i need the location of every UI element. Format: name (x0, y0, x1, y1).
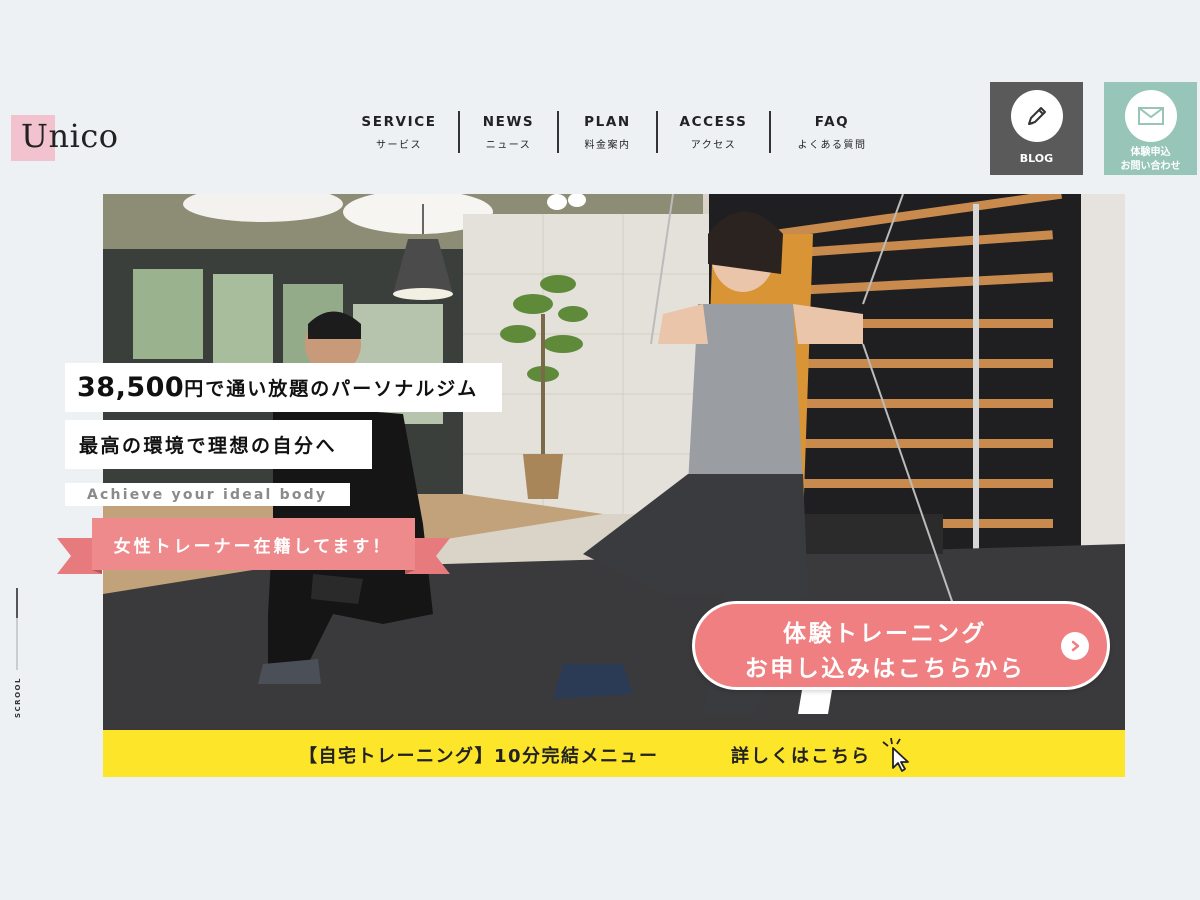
home-training-banner[interactable]: 【自宅トレーニング】10分完結メニュー 詳しくはこちら (103, 730, 1125, 777)
hero-tagline-en: Achieve your ideal body (65, 483, 350, 506)
site-logo[interactable]: Unico (11, 115, 131, 165)
contact-icon-circle (1124, 90, 1177, 142)
cursor-click-icon (882, 737, 909, 772)
contact-button[interactable]: 体験申込 お問い合わせ (1104, 82, 1197, 175)
cta-label-line1: 体験トレーニング (783, 621, 987, 647)
nav-label-en: ACCESS (679, 113, 748, 130)
trial-training-cta-button[interactable]: 体験トレーニング お申し込みはこちらから (692, 601, 1110, 690)
blog-icon-circle (1010, 90, 1063, 142)
nav-label-ja: アクセス (690, 139, 737, 151)
hero-headline-rest: 円で通い放題のパーソナルジム (184, 378, 479, 400)
nav-label-en: FAQ (814, 113, 850, 130)
banner-details-link[interactable]: 詳しくはこちら (731, 742, 871, 768)
scroll-label: SCROOL (14, 677, 22, 718)
nav-label-ja: サービス (376, 139, 422, 151)
pencil-icon (1027, 107, 1046, 125)
nav-label-ja: よくある質問 (797, 139, 867, 151)
envelope-icon (1137, 107, 1164, 125)
nav-item-service[interactable]: SERVICE サービス (340, 110, 458, 154)
nav-label-en: NEWS (482, 113, 535, 130)
cta-label-line2: お申し込みはこちらから (744, 656, 1026, 682)
chevron-right-icon (1061, 632, 1089, 660)
nav-label-en: SERVICE (361, 113, 437, 130)
contact-label-line1: 体験申込 (1130, 147, 1171, 158)
nav-item-plan[interactable]: PLAN 料金案内 (559, 110, 656, 154)
nav-label-en: PLAN (584, 113, 631, 130)
scroll-thumb (16, 588, 18, 618)
contact-label-line2: お問い合わせ (1120, 161, 1181, 172)
blog-label: BLOG (1019, 152, 1054, 165)
contact-label: 体験申込 お問い合わせ (1121, 146, 1181, 174)
hero-price: 38,500 (77, 372, 185, 403)
global-nav: SERVICE サービス NEWS ニュース PLAN 料金案内 ACCESS … (340, 110, 893, 154)
hero-headline-price: 38,500 円で通い放題のパーソナルジム (65, 363, 502, 412)
blog-button[interactable]: BLOG (990, 82, 1083, 175)
nav-label-ja: 料金案内 (584, 139, 631, 151)
nav-item-access[interactable]: ACCESS アクセス (658, 110, 769, 154)
hero-headline-sub: 最高の環境で理想の自分へ (65, 420, 372, 469)
nav-item-faq[interactable]: FAQ よくある質問 (771, 110, 893, 154)
nav-item-news[interactable]: NEWS ニュース (460, 110, 557, 154)
ribbon-label: 女性トレーナー在籍してます！ (113, 536, 393, 557)
nav-label-ja: ニュース (485, 139, 532, 151)
banner-title: 【自宅トレーニング】10分完結メニュー (299, 746, 659, 767)
logo-text: Unico (21, 117, 119, 155)
